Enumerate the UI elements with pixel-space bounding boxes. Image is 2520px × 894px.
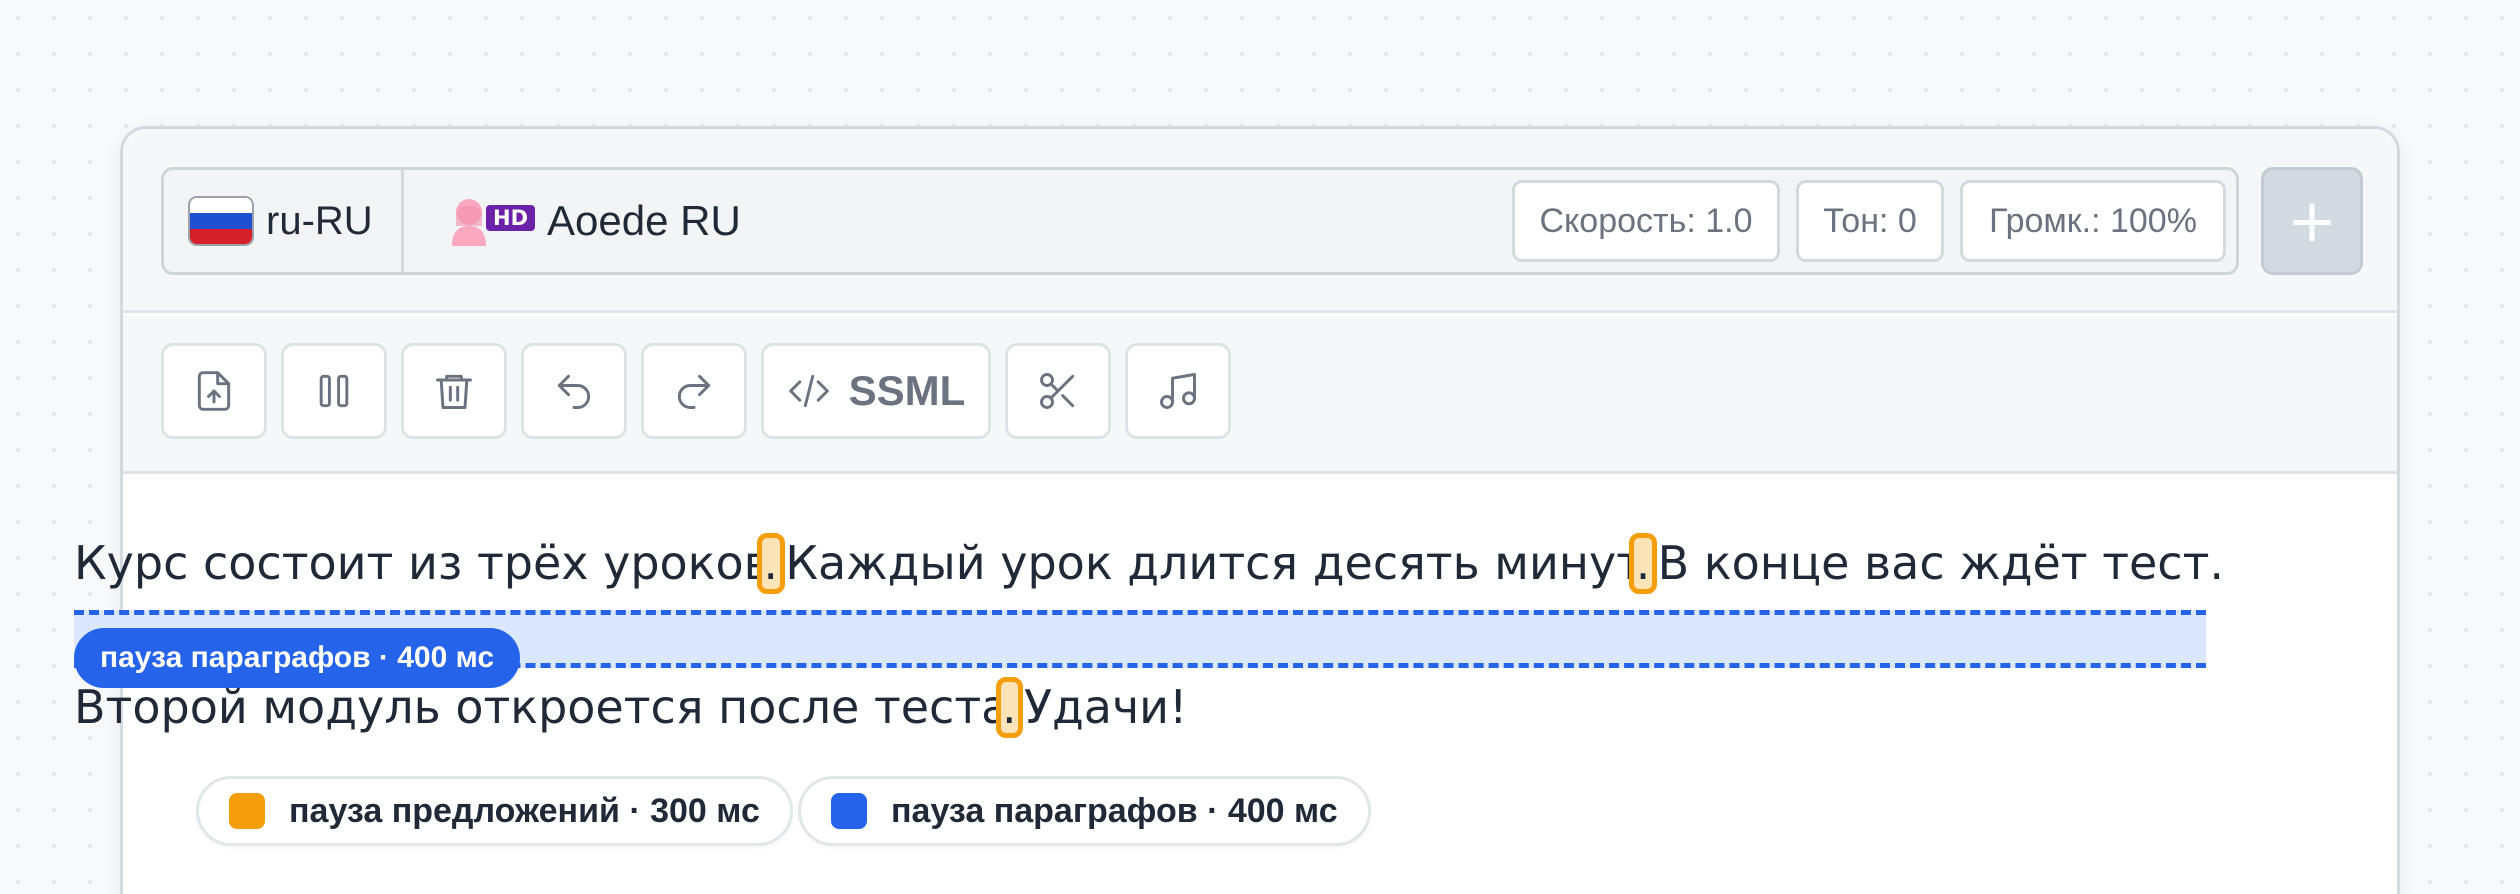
redo-button[interactable] (641, 343, 747, 439)
hd-badge: HD (486, 205, 536, 231)
delete-button[interactable] (401, 343, 507, 439)
redo-icon (677, 374, 711, 409)
ssml-button[interactable]: SSML (761, 343, 991, 439)
paragraph-2[interactable]: Второй модуль откроется после теста. Уда… (74, 677, 1188, 738)
pitch-control[interactable]: Тон: 0 (1796, 180, 1944, 262)
upload-icon (197, 371, 231, 411)
language-label: ru-RU (266, 198, 373, 243)
sentence: Второй модуль откроется после теста (74, 680, 1010, 734)
sentence: Каждый урок длится десять минут (770, 536, 1643, 590)
voice-name: Aoede RU (547, 197, 741, 244)
pause-icon (319, 374, 349, 408)
upload-button[interactable] (161, 343, 267, 439)
paragraph-1[interactable]: Курс состоит из трёх уроков. Каждый урок… (74, 533, 2224, 594)
editor-toolbar: SSML (123, 316, 2397, 474)
language-selector[interactable]: ru-RU (164, 170, 404, 272)
legend-paragraph-pause: пауза параграфов · 400 мс (798, 776, 1371, 846)
sentence: В конце вас ждёт тест. (1643, 536, 2225, 590)
pause-button[interactable] (281, 343, 387, 439)
scissors-icon (1040, 373, 1075, 409)
sentence: Курс состоит из трёх уроков (74, 536, 771, 590)
speed-control[interactable]: Скорость: 1.0 (1512, 180, 1780, 262)
legend-label: пауза параграфов · 400 мс (891, 791, 1338, 830)
code-icon (788, 374, 829, 408)
add-voice-button[interactable]: + (2261, 167, 2363, 275)
russia-flag-icon (188, 196, 254, 246)
music-note-icon (1160, 373, 1196, 409)
voice-selector[interactable]: ru-RU HD Aoede RU Скорость: 1.0 Тон: 0 Г… (161, 167, 2239, 275)
blue-swatch-icon (831, 793, 867, 829)
sentence-pause-marker[interactable]: . (995, 677, 1024, 738)
legend-label: пауза предложений · 300 мс (289, 791, 760, 830)
undo-icon (557, 374, 591, 409)
legend-sentence-pause: пауза предложений · 300 мс (196, 776, 793, 846)
cut-button[interactable] (1005, 343, 1111, 439)
undo-button[interactable] (521, 343, 627, 439)
voice-settings-bar: ru-RU HD Aoede RU Скорость: 1.0 Тон: 0 Г… (123, 129, 2397, 313)
sentence-pause-marker[interactable]: . (756, 533, 785, 594)
volume-control[interactable]: Громк.: 100% (1960, 180, 2226, 262)
voice-name-selector[interactable]: HD Aoede RU (446, 170, 741, 272)
sentence: Удачи! (1009, 680, 1188, 734)
music-button[interactable] (1125, 343, 1231, 439)
trash-icon (436, 374, 472, 409)
sentence-pause-marker[interactable]: . (1629, 533, 1657, 594)
orange-swatch-icon (229, 793, 265, 829)
ssml-label: SSML (848, 367, 966, 414)
